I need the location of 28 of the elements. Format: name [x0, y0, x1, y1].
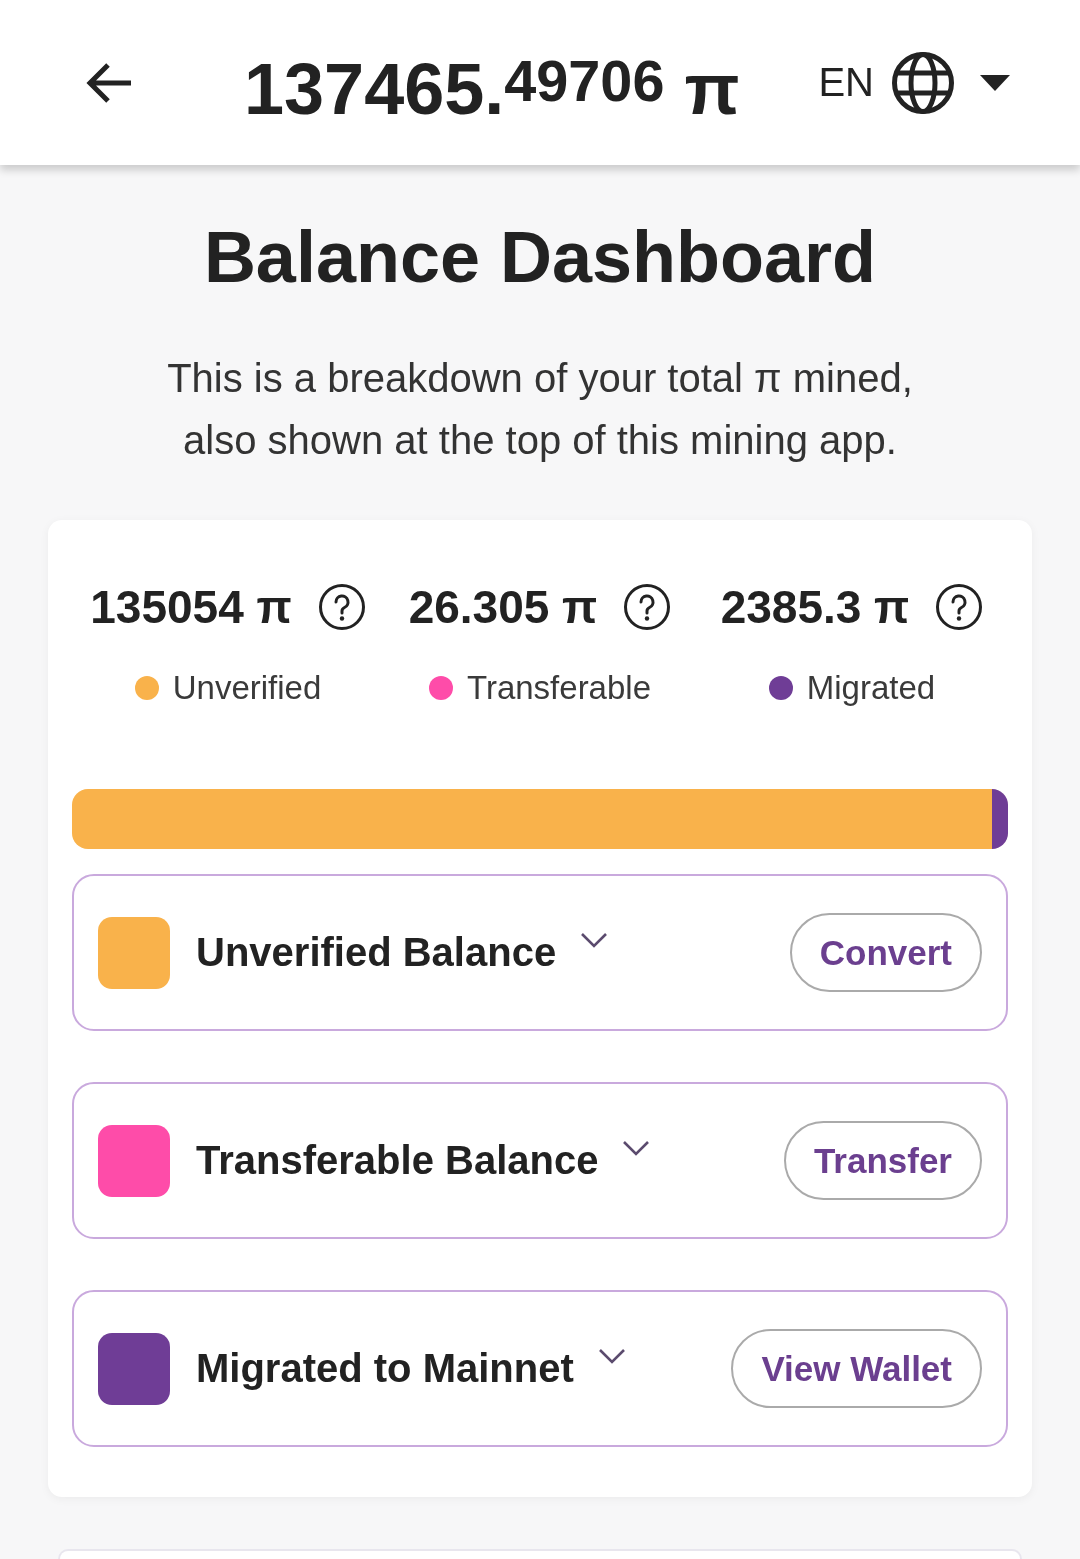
back-icon[interactable] [85, 61, 133, 104]
globe-icon [892, 51, 954, 114]
balance-section[interactable]: Migrated to Mainnet View Wallet [72, 1290, 1008, 1447]
legend-label: Transferable [467, 669, 651, 707]
help-icon[interactable] [623, 583, 672, 631]
balance-section[interactable]: Unverified Balance Convert [72, 874, 1008, 1031]
balance-section[interactable]: Transferable Balance Transfer [72, 1082, 1008, 1239]
balance-amount: 2385.3 π [720, 580, 910, 635]
legend-label: Migrated [806, 669, 936, 707]
balance-amount: 135054 π [90, 580, 292, 635]
page-title: Balance Dashboard [203, 216, 877, 299]
chevron-icon[interactable] [622, 1139, 651, 1156]
chevron-icon[interactable] [597, 1347, 626, 1364]
caret-down-icon [980, 74, 1010, 91]
balance-total: 137465.$^{49706}$ π [244, 52, 740, 125]
section-title: Migrated to Mainnet [196, 1346, 574, 1391]
chevron-icon[interactable] [580, 931, 609, 948]
section-title: Unverified Balance [196, 930, 557, 975]
action-button[interactable]: Convert [789, 913, 982, 992]
action-button[interactable]: View Wallet [731, 1329, 982, 1408]
action-button[interactable]: Transfer [783, 1121, 982, 1200]
description-text: This is a breakdown of your total π mined, also shown at the top of this mining app. [166, 355, 914, 464]
help-icon[interactable] [317, 583, 366, 631]
balance-amount: 26.305 π [408, 580, 598, 635]
help-icon[interactable] [935, 583, 984, 631]
section-title: Transferable Balance [196, 1138, 599, 1183]
language-selector[interactable]: EN [818, 51, 1010, 114]
legend-label: Unverified [172, 669, 322, 707]
